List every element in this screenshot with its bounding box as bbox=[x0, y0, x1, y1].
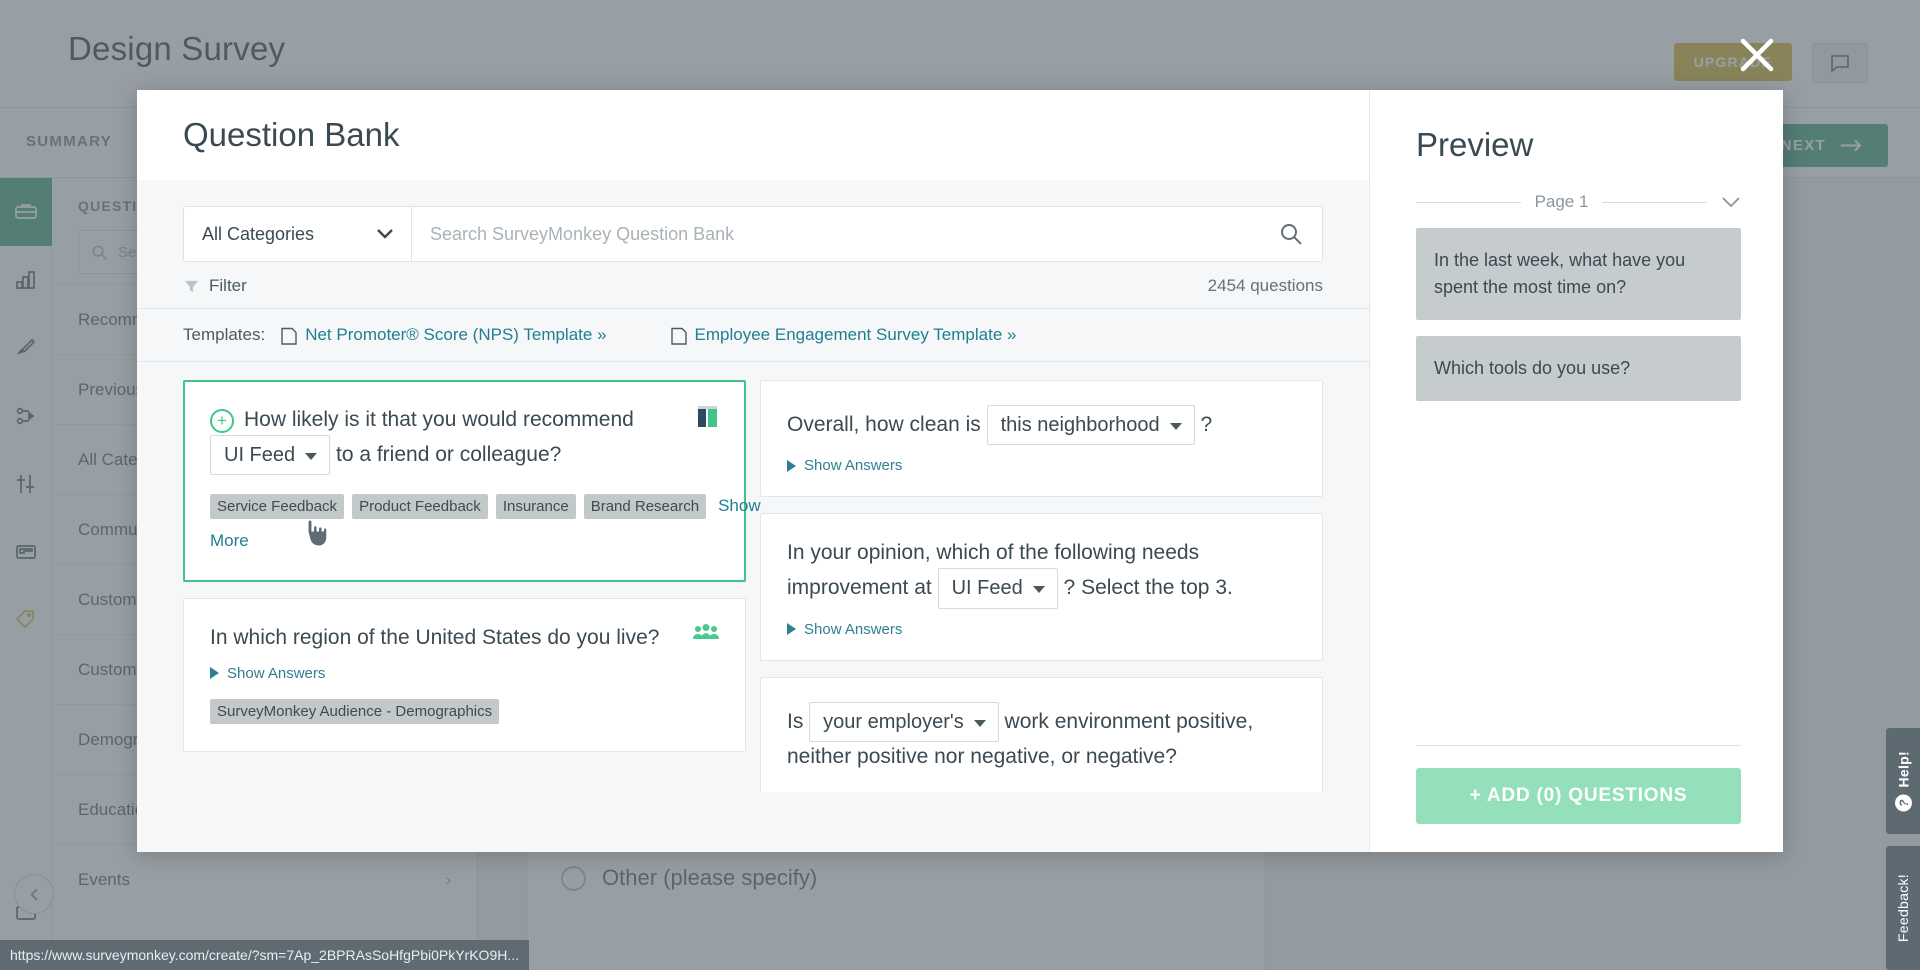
preview-question[interactable]: In the last week, what have you spent th… bbox=[1416, 228, 1741, 320]
question-text-segment: to a friend or colleague? bbox=[330, 442, 562, 466]
question-results: + How likely is it that you would recomme… bbox=[137, 362, 1369, 792]
triangle-right-icon bbox=[787, 459, 796, 472]
question-tags: Service Feedback Product Feedback Insuranc… bbox=[210, 489, 761, 559]
show-answers-label: Show Answers bbox=[804, 457, 903, 475]
browser-status-bar: https://www.surveymonkey.com/create/?sm=… bbox=[0, 940, 530, 970]
show-answers-label: Show Answers bbox=[804, 620, 903, 638]
people-group-icon bbox=[693, 623, 719, 646]
divider-left bbox=[1416, 201, 1521, 203]
search-row: All Categories Search SurveyMonkey Quest… bbox=[137, 180, 1369, 262]
category-select-value: All Categories bbox=[202, 223, 315, 244]
question-text-segment: Overall, how clean is bbox=[787, 412, 987, 436]
question-tag[interactable]: Product Feedback bbox=[352, 494, 488, 520]
funnel-icon bbox=[184, 280, 199, 292]
help-tab-label: Help! bbox=[1895, 750, 1911, 788]
question-text: In your opinion, which of the following … bbox=[787, 538, 1296, 609]
show-answers-toggle[interactable]: Show Answers bbox=[787, 621, 1296, 638]
filter-row: Filter 2454 questions bbox=[137, 262, 1369, 309]
question-bank-modal: Question Bank All Categories Search Surv… bbox=[137, 90, 1783, 852]
chevron-down-icon bbox=[377, 229, 393, 239]
document-icon bbox=[670, 327, 687, 345]
triangle-right-icon bbox=[787, 623, 796, 636]
question-text: + How likely is it that you would recomme… bbox=[210, 405, 719, 476]
filter-label: Filter bbox=[209, 276, 247, 295]
template-link-employee-engagement[interactable]: Employee Engagement Survey Template » bbox=[670, 325, 1017, 345]
preview-title: Preview bbox=[1416, 126, 1534, 163]
preview-question-list: In the last week, what have you spent th… bbox=[1370, 228, 1783, 401]
question-variable-select[interactable]: your employer's bbox=[809, 701, 999, 742]
modal-title: Question Bank bbox=[183, 116, 400, 153]
modal-title-bar: Question Bank bbox=[137, 90, 1369, 180]
question-variable-select[interactable]: UI Feed bbox=[210, 434, 331, 476]
question-count: 2454 questions bbox=[1207, 276, 1323, 295]
help-tab[interactable]: ? Help! bbox=[1886, 728, 1920, 834]
template-link-nps[interactable]: Net Promoter® Score (NPS) Template » bbox=[281, 325, 607, 345]
show-answers-label: Show Answers bbox=[227, 664, 326, 682]
feedback-tab-label: Feedback! bbox=[1895, 873, 1911, 943]
category-select[interactable]: All Categories bbox=[183, 206, 411, 262]
preview-page-label: Page 1 bbox=[1534, 192, 1589, 211]
question-text: Is your employer's work environment posi… bbox=[787, 701, 1296, 772]
footer-divider bbox=[1416, 745, 1741, 746]
template-link-employee-engagement-label: Employee Engagement Survey Template » bbox=[694, 325, 1017, 344]
book-icon bbox=[697, 405, 719, 434]
template-link-nps-label: Net Promoter® Score (NPS) Template » bbox=[305, 325, 607, 344]
question-tag[interactable]: Service Feedback bbox=[210, 494, 345, 520]
filter-button[interactable]: Filter bbox=[183, 276, 247, 296]
search-placeholder: Search SurveyMonkey Question Bank bbox=[430, 223, 735, 244]
people-group-icon bbox=[693, 623, 719, 639]
preview-page-divider: Page 1 bbox=[1370, 164, 1783, 212]
show-answers-toggle[interactable]: Show Answers bbox=[787, 457, 1296, 474]
screen: Design Survey UPGRADE SUMMARY NEXT bbox=[0, 0, 1920, 970]
chevron-down-icon[interactable] bbox=[1721, 196, 1741, 208]
question-text-segment: How likely is it that you would recommen… bbox=[244, 408, 634, 431]
question-text-segment: In which region of the United States do … bbox=[210, 625, 660, 649]
question-variable-select[interactable]: this neighborhood bbox=[986, 405, 1195, 446]
question-card[interactable]: In which region of the United States do … bbox=[183, 597, 746, 752]
search-input[interactable]: Search SurveyMonkey Question Bank bbox=[411, 206, 1323, 262]
question-card[interactable]: In your opinion, which of the following … bbox=[760, 513, 1323, 661]
preview-question[interactable]: Which tools do you use? bbox=[1416, 336, 1741, 401]
search-icon[interactable] bbox=[1278, 221, 1304, 247]
divider-right bbox=[1602, 201, 1708, 203]
triangle-right-icon bbox=[210, 667, 219, 680]
question-card[interactable]: + How likely is it that you would recomme… bbox=[183, 380, 761, 582]
question-text-segment: ? Select the top 3. bbox=[1057, 575, 1233, 599]
show-answers-toggle[interactable]: Show Answers bbox=[210, 665, 719, 682]
document-icon bbox=[281, 327, 297, 345]
feedback-tab[interactable]: Feedback! bbox=[1886, 846, 1920, 970]
preview-pane: Preview Page 1 In the last week, what ha… bbox=[1369, 90, 1783, 852]
question-card[interactable]: Overall, how clean is this neighborhood … bbox=[760, 380, 1323, 498]
question-column: Overall, how clean is this neighborhood … bbox=[760, 380, 1323, 792]
add-questions-button[interactable]: + ADD (0) QUESTIONS bbox=[1416, 768, 1741, 824]
plus-circle-icon[interactable]: + bbox=[210, 408, 234, 433]
question-text-segment: ? bbox=[1194, 412, 1213, 436]
question-variable-select[interactable]: UI Feed bbox=[937, 568, 1058, 609]
question-text-segment: Is bbox=[787, 709, 810, 733]
question-text: Overall, how clean is this neighborhood … bbox=[787, 405, 1296, 446]
templates-row: Templates: Net Promoter® Score (NPS) Tem… bbox=[137, 309, 1369, 362]
question-tags: SurveyMonkey Audience - Demographics bbox=[210, 696, 719, 729]
question-text: In which region of the United States do … bbox=[210, 623, 719, 653]
book-icon bbox=[698, 406, 717, 427]
question-tag[interactable]: SurveyMonkey Audience - Demographics bbox=[210, 698, 500, 724]
modal-left-pane: Question Bank All Categories Search Surv… bbox=[137, 90, 1369, 852]
question-column: + How likely is it that you would recomme… bbox=[183, 380, 761, 792]
question-card[interactable]: Is your employer's work environment posi… bbox=[760, 676, 1323, 792]
preview-footer: + ADD (0) QUESTIONS bbox=[1416, 745, 1741, 824]
close-icon[interactable] bbox=[1734, 32, 1780, 78]
question-tag[interactable]: Insurance bbox=[495, 494, 576, 520]
question-tag[interactable]: Brand Research bbox=[583, 494, 707, 520]
question-mark-icon: ? bbox=[1894, 794, 1912, 812]
templates-label: Templates: bbox=[183, 325, 266, 344]
